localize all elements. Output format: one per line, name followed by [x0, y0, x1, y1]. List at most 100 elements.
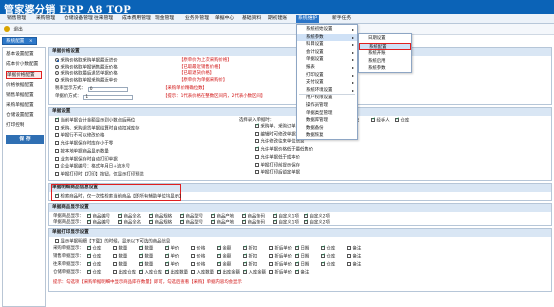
menu-item[interactable]: 现金管理	[153, 15, 176, 23]
print-option[interactable]: 折后单价	[269, 246, 292, 252]
checkbox[interactable]	[211, 219, 216, 225]
close-icon[interactable]: ×	[29, 39, 33, 44]
checkbox[interactable]	[321, 245, 326, 251]
print-option[interactable]: 入库仓库	[139, 269, 162, 276]
checkbox[interactable]	[217, 261, 222, 267]
checkbox[interactable]	[273, 213, 278, 219]
checkbox[interactable]	[87, 245, 92, 251]
checkbox[interactable]	[55, 171, 59, 176]
precision-input[interactable]: 0	[87, 86, 128, 92]
checkbox[interactable]	[255, 131, 259, 136]
checkbox[interactable]	[55, 125, 59, 130]
exit-button[interactable]: 退出	[4, 26, 23, 33]
checkbox[interactable]	[55, 133, 59, 138]
print-option[interactable]: 出库仓库	[113, 270, 136, 276]
checkbox[interactable]	[255, 123, 260, 129]
print-option[interactable]: 仓库	[87, 253, 101, 260]
checkbox[interactable]	[139, 253, 144, 259]
print-option[interactable]: 折后单价	[269, 262, 292, 268]
left-nav-item[interactable]: 销售单据配置	[6, 92, 42, 100]
menu-option[interactable]: 数据恢复	[297, 132, 357, 140]
checkbox[interactable]	[243, 269, 248, 275]
print-option[interactable]: 数量	[113, 254, 127, 260]
print-option[interactable]: 数量	[139, 261, 153, 268]
column-option[interactable]: 商品产地	[211, 219, 234, 226]
print-option[interactable]: 数量	[113, 262, 127, 268]
tab-system-config[interactable]: 系统配置 ×	[2, 37, 37, 45]
checkbox[interactable]	[255, 162, 259, 167]
menu-item[interactable]: 基础资料	[240, 15, 263, 23]
checkbox[interactable]	[217, 253, 222, 259]
print-option[interactable]: 折扣	[243, 253, 257, 260]
checkbox[interactable]	[55, 193, 60, 199]
save-button[interactable]: 保 存	[6, 135, 44, 144]
checkbox[interactable]	[295, 261, 300, 267]
checkbox[interactable]	[55, 117, 60, 123]
menu-option[interactable]: 报表 ▸	[297, 64, 357, 72]
checkbox[interactable]	[243, 253, 248, 259]
checkbox[interactable]	[269, 262, 273, 266]
radio-button[interactable]	[55, 64, 59, 69]
column-option[interactable]: 商品编号	[87, 219, 110, 226]
print-option[interactable]: 入库数量	[191, 270, 214, 276]
menu-option[interactable]: 会计设置 ▸	[297, 49, 357, 57]
checkbox[interactable]	[395, 117, 400, 123]
doc-option-row[interactable]: 按本地单据商品显示数量	[55, 148, 109, 155]
submenu-option[interactable]: 日期设置	[359, 35, 411, 43]
checkbox[interactable]	[149, 213, 154, 219]
doc-option-row[interactable]: 企业单据编号：格式年月日+流水号	[55, 164, 130, 170]
radio-button[interactable]	[55, 77, 59, 82]
print-option[interactable]: 仓库	[87, 245, 101, 252]
print-option[interactable]: 日期	[295, 261, 309, 268]
checkbox[interactable]	[113, 270, 117, 274]
print-option[interactable]: 入库金额	[243, 269, 266, 276]
menu-option[interactable]: 单据类型管理	[297, 110, 357, 118]
doc-option-row[interactable]: 允许单据保存时库存小于零	[55, 141, 113, 147]
checkbox[interactable]	[87, 213, 92, 219]
print-option[interactable]: 金额	[217, 253, 231, 260]
menu-option[interactable]: 数据备份	[297, 125, 357, 133]
checkbox[interactable]	[55, 238, 59, 243]
print-option[interactable]: 备注	[347, 262, 361, 268]
checkbox[interactable]	[118, 213, 123, 219]
checkbox[interactable]	[55, 141, 59, 146]
checkbox[interactable]	[149, 219, 154, 225]
doc-option-row[interactable]: 单据打印时【打印】按钮，仅显示打印预览	[55, 171, 144, 178]
checkbox[interactable]	[87, 261, 92, 267]
print-option[interactable]: 单价	[165, 253, 179, 260]
doc-option-row[interactable]: 单据行不可以修改价格	[55, 133, 104, 139]
column-option[interactable]: 商品全名	[118, 219, 141, 226]
checkbox[interactable]	[55, 148, 59, 153]
menu-item[interactable]: 销售管理	[5, 15, 28, 23]
doc-option-row[interactable]: 当前单据合计金额显示到小数点后两位	[55, 117, 135, 124]
print-option[interactable]: 金额	[217, 261, 231, 268]
print-option[interactable]: 价格	[191, 254, 205, 260]
print-option[interactable]: 金额	[217, 245, 231, 252]
print-intro[interactable]: 显示单据明细【下载】的时候，显示以下可选的商品信息	[55, 238, 170, 245]
menu-option[interactable]: 操作员管理	[297, 102, 357, 110]
menu-item[interactable]: 成本费用管理	[120, 15, 153, 23]
menu-option[interactable]: 数据库管理	[297, 117, 357, 125]
checkbox[interactable]	[180, 219, 185, 225]
menu-item[interactable]: 系统维护	[296, 15, 320, 23]
checkbox[interactable]	[242, 213, 247, 219]
menu-option[interactable]: 科目设置 ▸	[297, 41, 357, 49]
column-option[interactable]: 商品型号	[180, 219, 203, 226]
left-nav-item[interactable]: 采购单据配置	[6, 102, 42, 110]
submenu-option[interactable]: 系统开账	[359, 50, 411, 58]
checkbox[interactable]	[191, 270, 195, 274]
print-option[interactable]: 日期	[295, 253, 309, 260]
checkbox[interactable]	[217, 269, 222, 275]
checkbox[interactable]	[165, 269, 170, 275]
checkbox[interactable]	[295, 245, 300, 251]
print-option[interactable]: 数量	[139, 253, 153, 260]
checkbox[interactable]	[113, 254, 117, 258]
doc-mid-option[interactable]: 单据打印前提示保存	[255, 162, 300, 169]
menu-item[interactable]: 期初建账	[266, 15, 289, 23]
price-rule-row[interactable]: 采购价格取单据销售最近价格	[55, 64, 118, 71]
checkbox[interactable]	[87, 269, 92, 275]
checkbox[interactable]	[217, 245, 222, 251]
checkbox[interactable]	[191, 246, 195, 250]
print-option[interactable]: 备注	[347, 254, 361, 260]
checkbox[interactable]	[295, 253, 300, 259]
